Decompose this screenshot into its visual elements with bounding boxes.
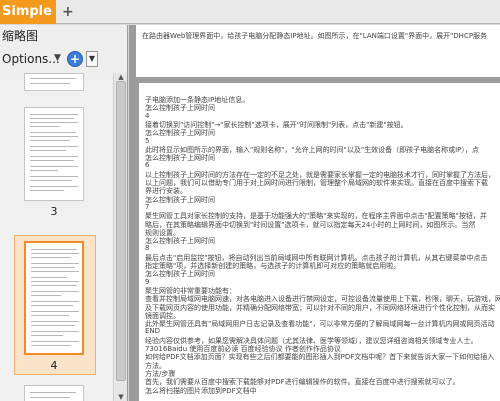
thumbnail-scrollbar[interactable]: ▲ ▼ <box>113 73 127 401</box>
thumbnail-panel: 缩略图 Options... ▼ + ▼ 3 4 ▲ ▼ <box>0 25 128 401</box>
zoom-in-icon[interactable]: + <box>67 51 83 67</box>
page-text-line: 怎么控制孩子上网时间 <box>145 104 215 113</box>
document-tab-title: Simple <box>2 4 52 19</box>
page-text-line: 5 <box>145 136 150 145</box>
page-text-line: 略后，在其策略编辑界面中切换到"时间设置"选项卡，就可以指定每天24小时的上网时… <box>145 220 476 229</box>
scroll-down-icon[interactable]: ▼ <box>116 393 126 401</box>
page-text-line: 怎么控制孩子上网时间 <box>145 195 215 204</box>
page-text-line: 怎么控制孩子上网时间 <box>145 154 215 163</box>
page-text-line: 8 <box>145 244 150 253</box>
panel-title: 缩略图 <box>2 29 39 43</box>
zoom-menu-icon[interactable]: ▼ <box>86 51 98 67</box>
page-text-line: 及下载网页内容的使用功能，并精确分配网络带宽；可以针对不同的用户，不同网络环境进… <box>145 303 495 312</box>
page-text-line: 怎么控制孩子上网时间 <box>145 129 215 138</box>
page-thumbnail-partial[interactable] <box>24 73 84 91</box>
page-text-line: 9 <box>145 277 150 286</box>
new-tab-button[interactable]: + <box>62 3 76 21</box>
page-text-line: 6 <box>145 161 150 170</box>
page-text-line: 在路由器Web管理界面中，给孩子电脑分配静态IP地址。如图所示，在"LAN端口设… <box>142 32 488 40</box>
page-text-line: 怎么将扫描的图片添加到PDF文档中 <box>145 386 257 395</box>
previous-page: 在路由器Web管理界面中，给孩子电脑分配静态IP地址。如图所示，在"LAN端口设… <box>136 25 500 77</box>
tab-bar: Simple * × + <box>0 0 500 24</box>
document-view[interactable]: 在路由器Web管理界面中，给孩子电脑分配静态IP地址。如图所示，在"LAN端口设… <box>129 25 500 401</box>
page-text-line: 怎么控制孩子上网时间 <box>145 237 215 246</box>
options-button[interactable]: Options... <box>2 52 60 66</box>
page-number-3: 3 <box>50 205 58 218</box>
document-tab[interactable]: Simple * × <box>0 0 56 24</box>
page-thumbnail-3[interactable] <box>24 107 84 201</box>
current-page: 子电脑添加一条静态IP地址信息。 怎么控制孩子上网时间 4 接着切换到"访问控制"→"… <box>139 83 500 401</box>
page-text-line: 以上问题，我们可以借助专门用于对上网时间进行限制，管理整个局域网的软件来实现。直… <box>145 179 488 187</box>
panel-toolbar: Options... ▼ + ▼ <box>0 49 128 71</box>
page-text-line: 4 <box>145 111 150 120</box>
page-thumbnail-4[interactable] <box>24 241 84 355</box>
scrollbar-thumb[interactable] <box>116 81 126 381</box>
page-text-line: END <box>145 327 161 336</box>
page-number-4: 4 <box>50 359 58 372</box>
scroll-up-icon[interactable]: ▲ <box>116 73 126 81</box>
page-text-line: 如何给PDF文档添加页面？实现有些之后们都要能的图形插入到PDF文档中呢？首下来… <box>145 353 495 362</box>
page-text-line: 此外聚生网管还具有"局域网用户日志记录及查看功能"，可以非常方便的了解局域网每一… <box>145 320 495 329</box>
page-text-line: 怎么控制孩子上网时间 <box>145 270 215 279</box>
thumbnail-list[interactable]: 3 4 <box>0 73 112 401</box>
page-thumbnail-5[interactable] <box>24 385 84 401</box>
page-text-line: 7 <box>145 202 150 211</box>
options-dropdown-icon[interactable]: ▼ <box>54 53 61 63</box>
